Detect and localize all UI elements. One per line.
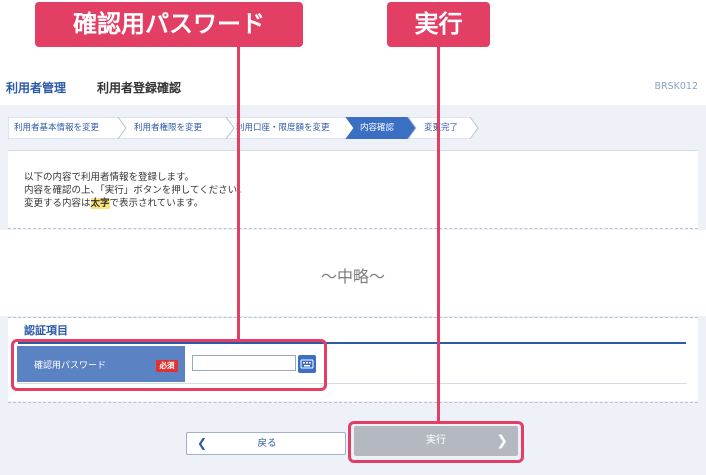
callout-tag-execute: 実行 [387,2,490,47]
omitted-text: ～中略～ [320,267,385,286]
message-line-3-post: で表示されています。 [109,198,204,209]
bold-highlight: 太字 [90,198,110,209]
step-5-label: 変更完了 [424,123,459,133]
message-line-3: 変更する内容は太字で表示されています。 [24,195,203,209]
page-section-title: 利用者管理 [6,81,67,95]
callout-tag-password: 確認用パスワード [35,2,303,47]
step-1-label: 利用者基本情報を変更 [14,123,100,133]
step-4-label: 内容確認 [360,123,395,133]
step-indicator: 利用者基本情報を変更 利用者権限を変更 利用口座・限度額を変更 内容確認 変更完… [8,117,698,139]
divider [8,402,698,403]
message-line-1: 以下の内容で利用者情報を登録します。 [24,172,195,183]
callout-box-password [11,339,327,391]
callout-line-password [237,47,240,339]
divider [8,228,698,229]
message-line-2: 内容を確認の上、「実行」ボタンを押してください。 [24,185,247,196]
page-title: 利用者登録確認 [97,81,182,95]
message-line-3-pre: 変更する内容は [24,198,91,209]
step-3-label: 利用口座・限度額を変更 [236,123,330,133]
callout-box-execute [348,421,524,463]
screen-code: BRSK012 [654,81,698,92]
callout-line-execute [437,47,440,423]
back-button[interactable]: ❮ 戻る [186,432,346,455]
auth-section-title: 認証項目 [24,324,68,337]
step-arrows [8,117,479,139]
back-button-label: 戻る [257,438,277,449]
step-2-label: 利用者権限を変更 [134,123,203,133]
